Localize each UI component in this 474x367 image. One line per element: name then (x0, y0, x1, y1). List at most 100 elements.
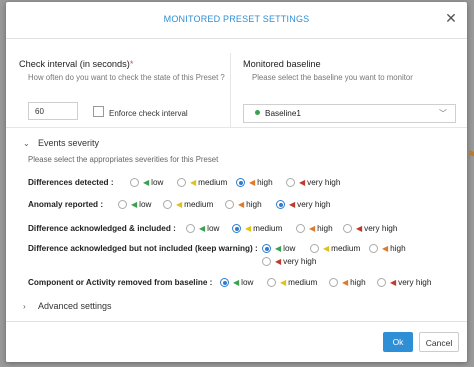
radio-button[interactable] (286, 178, 295, 187)
radio-button[interactable] (186, 224, 195, 233)
radio-button[interactable] (276, 200, 285, 209)
severity-option-medium[interactable]: ◀ medium (232, 224, 282, 233)
severity-flag-icon: ◀ (342, 278, 349, 287)
severity-option-low[interactable]: ◀ low (220, 278, 253, 287)
radio-button[interactable] (118, 200, 127, 209)
radio-button[interactable] (163, 200, 172, 209)
severity-option-label: very high (398, 278, 432, 287)
severity-option-label: low (283, 244, 296, 253)
column-divider (230, 53, 231, 127)
severity-option-label: very high (364, 224, 398, 233)
radio-button[interactable] (310, 244, 319, 253)
enforce-check-interval[interactable]: Enforce check interval (93, 106, 188, 118)
radio-button[interactable] (225, 200, 234, 209)
dialog-footer: Ok Cancel (6, 321, 467, 362)
severity-row-label: Difference acknowledged & included : (28, 224, 176, 233)
baseline-selected-value: Baseline1 (265, 109, 301, 118)
ok-button[interactable]: Ok (383, 332, 413, 352)
severity-option-high[interactable]: ◀ high (236, 178, 273, 187)
severity-option-high[interactable]: ◀ high (225, 200, 262, 209)
severity-option-label: high (390, 244, 406, 253)
events-severity-title: Events severity (38, 138, 100, 148)
severity-option-very-high[interactable]: ◀ very high (262, 257, 316, 266)
radio-button[interactable] (262, 244, 271, 253)
radio-button[interactable] (232, 224, 241, 233)
severity-option-label: high (246, 200, 262, 209)
severity-option-label: high (257, 178, 273, 187)
severity-option-medium[interactable]: ◀ medium (310, 244, 360, 253)
enforce-checkbox[interactable] (93, 106, 104, 117)
severity-option-very-high[interactable]: ◀ very high (276, 200, 330, 209)
events-severity-toggle[interactable]: ⌄ Events severity (23, 138, 99, 148)
radio-button[interactable] (267, 278, 276, 287)
severity-option-medium[interactable]: ◀ medium (177, 178, 227, 187)
radio-button[interactable] (377, 278, 386, 287)
severity-flag-icon: ◀ (199, 224, 206, 233)
severity-flag-icon: ◀ (176, 200, 183, 209)
radio-button[interactable] (296, 224, 305, 233)
settings-top-section: Check interval (in seconds)* How often d… (6, 39, 467, 128)
severity-flag-icon: ◀ (275, 244, 282, 253)
baseline-select[interactable]: Baseline1 ﹀ (243, 104, 456, 123)
chevron-down-icon: ﹀ (439, 109, 447, 118)
baseline-status-dot (255, 110, 260, 115)
severity-option-label: medium (198, 178, 228, 187)
severity-option-medium[interactable]: ◀ medium (267, 278, 317, 287)
chevron-down-icon: ⌄ (23, 139, 30, 148)
severity-row-label: Component or Activity removed from basel… (28, 278, 213, 287)
severity-option-label: medium (184, 200, 214, 209)
severity-option-very-high[interactable]: ◀ very high (343, 224, 397, 233)
severity-option-label: high (350, 278, 366, 287)
check-interval-group: Check interval (in seconds)* How often d… (19, 59, 229, 120)
radio-button[interactable] (236, 178, 245, 187)
check-interval-input[interactable]: 60 (28, 102, 78, 120)
severity-option-label: low (151, 178, 164, 187)
severity-option-label: very high (307, 178, 341, 187)
advanced-settings-title: Advanced settings (38, 301, 112, 311)
radio-button[interactable] (220, 278, 229, 287)
severity-option-label: medium (288, 278, 318, 287)
radio-button[interactable] (130, 178, 139, 187)
severity-option-high[interactable]: ◀ high (296, 224, 333, 233)
severity-option-low[interactable]: ◀ low (118, 200, 151, 209)
radio-button[interactable] (369, 244, 378, 253)
severity-flag-icon: ◀ (390, 278, 397, 287)
events-severity-hint: Please select the appropriates severitie… (28, 155, 219, 164)
baseline-hint: Please select the baseline you want to m… (252, 73, 413, 82)
radio-button[interactable] (262, 257, 271, 266)
severity-option-high[interactable]: ◀ high (369, 244, 406, 253)
severity-option-very-high[interactable]: ◀ very high (377, 278, 431, 287)
severity-option-low[interactable]: ◀ low (186, 224, 219, 233)
dialog-header: MONITORED PRESET SETTINGS ✕ (6, 2, 467, 39)
severity-flag-icon: ◀ (131, 200, 138, 209)
severity-option-medium[interactable]: ◀ medium (163, 200, 213, 209)
severity-flag-icon: ◀ (382, 244, 389, 253)
required-mark: * (129, 59, 134, 69)
enforce-label: Enforce check interval (109, 109, 188, 118)
advanced-settings-toggle[interactable]: › Advanced settings (23, 301, 112, 311)
radio-button[interactable] (329, 278, 338, 287)
severity-flag-icon: ◀ (309, 224, 316, 233)
severity-option-high[interactable]: ◀ high (329, 278, 366, 287)
severity-option-label: low (241, 278, 254, 287)
severity-option-label: high (317, 224, 333, 233)
severity-flag-icon: ◀ (275, 257, 282, 266)
severity-option-label: very high (283, 257, 317, 266)
severity-option-label: medium (253, 224, 283, 233)
close-icon[interactable]: ✕ (444, 11, 458, 25)
check-interval-hint: How often do you want to check the state… (28, 73, 225, 82)
severity-option-label: low (139, 200, 152, 209)
baseline-label: Monitored baseline (243, 59, 321, 69)
radio-button[interactable] (177, 178, 186, 187)
severity-flag-icon: ◀ (143, 178, 150, 187)
severity-flag-icon: ◀ (190, 178, 197, 187)
severity-option-very-high[interactable]: ◀ very high (286, 178, 340, 187)
severity-option-low[interactable]: ◀ low (262, 244, 295, 253)
severity-flag-icon: ◀ (249, 178, 256, 187)
dialog-title: MONITORED PRESET SETTINGS (163, 14, 310, 24)
radio-button[interactable] (343, 224, 352, 233)
severity-option-low[interactable]: ◀ low (130, 178, 163, 187)
severity-flag-icon: ◀ (238, 200, 245, 209)
severity-option-label: low (207, 224, 220, 233)
cancel-button[interactable]: Cancel (419, 332, 459, 352)
